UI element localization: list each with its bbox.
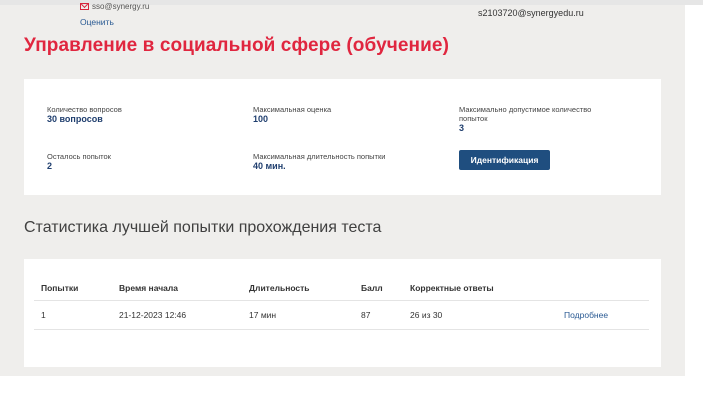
column-header-duration: Длительность (249, 283, 310, 293)
column-header-score: Балл (361, 283, 383, 293)
row-correct-answers: 26 из 30 (410, 310, 443, 320)
questions-count-label: Количество вопросов (47, 105, 122, 114)
row-start-time: 21-12-2023 12:46 (119, 310, 187, 320)
questions-count: Количество вопросов 30 вопросов (47, 105, 227, 125)
page-title: Управление в социальной сфере (обучение) (24, 35, 450, 56)
top-email: sso@synergy.ru (92, 2, 150, 11)
row-duration: 17 мин (249, 310, 277, 320)
max-attempts-label: Максимально допустимое количество попыто… (459, 105, 592, 123)
stats-table: Попытки Время начала Длительность Балл К… (24, 259, 661, 367)
user-email: s2103720@synergyedu.ru (478, 8, 584, 18)
remaining-attempts-label: Осталось попыток (47, 152, 111, 161)
max-attempts-value: 3 (459, 123, 465, 133)
max-score-label: Максимальная оценка (253, 105, 332, 114)
stats-section-title: Статистика лучшей попытки прохождения те… (24, 219, 382, 236)
details-link[interactable]: Подробнее (564, 310, 608, 320)
test-info-card: Количество вопросов 30 вопросов Максимал… (24, 79, 661, 195)
questions-count-value: 30 вопросов (47, 114, 103, 124)
remaining-attempts: Осталось попыток 2 (47, 152, 227, 172)
max-duration: Максимальная длительность попытки 40 мин… (253, 152, 433, 172)
row-score: 87 (361, 310, 371, 320)
row-divider (34, 329, 649, 330)
max-score-value: 100 (253, 114, 269, 124)
identification-button[interactable]: Идентификация (459, 150, 550, 170)
row-attempt: 1 (41, 310, 46, 320)
max-attempts: Максимально допустимое количество попыто… (459, 105, 619, 134)
column-header-correct-answers: Корректные ответы (410, 283, 494, 293)
max-score: Максимальная оценка 100 (253, 105, 433, 125)
column-header-start-time: Время начала (119, 283, 178, 293)
rate-link[interactable]: Оценить (80, 17, 114, 27)
max-duration-label: Максимальная длительность попытки (253, 152, 386, 161)
top-contact: sso@synergy.ru (80, 2, 149, 11)
remaining-attempts-value: 2 (47, 161, 53, 171)
max-duration-value: 40 мин. (253, 161, 286, 171)
mail-icon (80, 3, 89, 10)
column-header-attempts: Попытки (41, 283, 79, 293)
header-divider (34, 300, 649, 301)
